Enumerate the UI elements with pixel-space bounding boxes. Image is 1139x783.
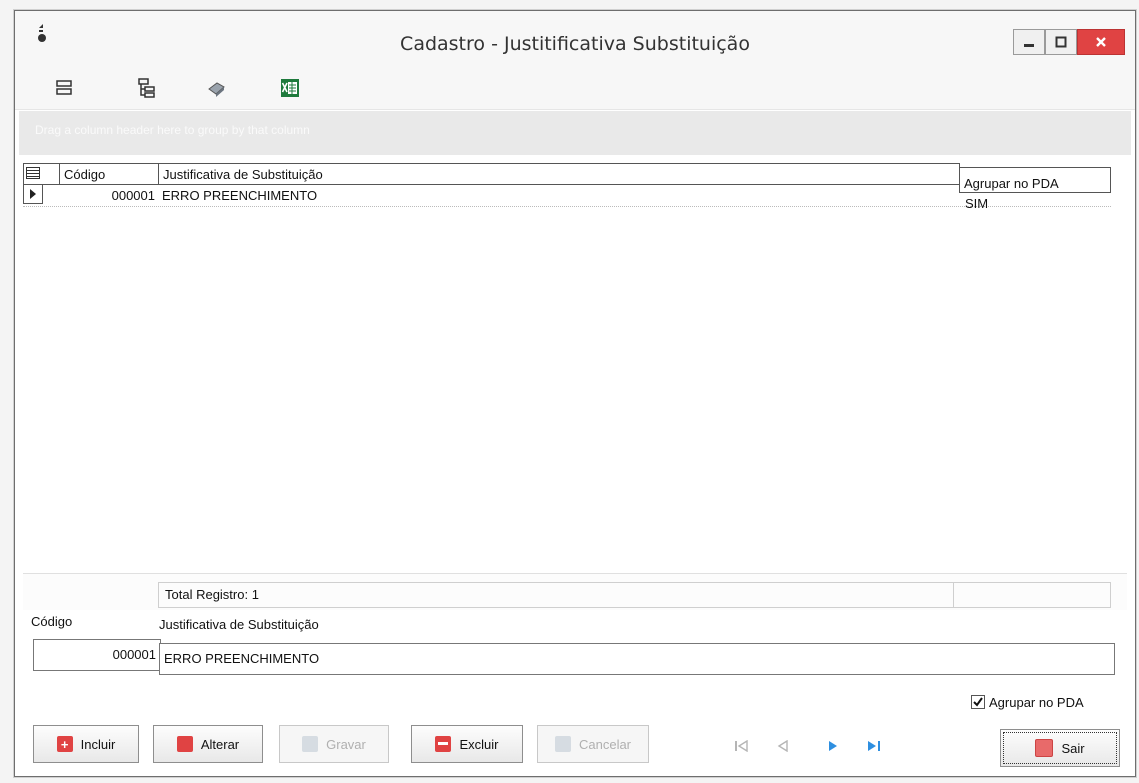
- cell-codigo: 000001: [111, 188, 155, 203]
- codigo-label: Código: [31, 614, 73, 629]
- column-chooser-button[interactable]: [23, 163, 63, 185]
- print-icon[interactable]: [205, 77, 227, 99]
- save-icon: [302, 736, 319, 752]
- last-record-icon: [868, 741, 880, 751]
- tree-layout-icon[interactable]: [135, 77, 157, 99]
- incluir-label: Incluir: [80, 736, 116, 752]
- edit-icon: [176, 736, 193, 752]
- justificativa-field[interactable]: ERRO PREENCHIMENTO: [159, 643, 1115, 675]
- summary-empty-cell: [953, 582, 1111, 608]
- grid-summary: Total Registro: 1: [23, 573, 1127, 610]
- total-records: Total Registro: 1: [158, 582, 954, 608]
- alterar-button[interactable]: Alterar: [153, 725, 263, 763]
- excel-export-icon[interactable]: [279, 77, 301, 99]
- exit-icon: [1035, 739, 1054, 757]
- maximize-icon: [1055, 36, 1067, 48]
- gravar-label: Gravar: [326, 736, 366, 752]
- cancelar-label: Cancelar: [578, 736, 632, 752]
- minimize-icon: [1024, 44, 1034, 47]
- codigo-field[interactable]: 000001: [33, 639, 161, 671]
- table-row[interactable]: 000001 ERRO PREENCHIMENTO SIM: [23, 184, 1111, 211]
- cancel-icon: [554, 736, 571, 752]
- cell-agrupar: SIM: [965, 196, 989, 211]
- last-record-button[interactable]: [867, 739, 881, 755]
- delete-icon: [435, 736, 452, 752]
- checkmark-icon: [973, 697, 983, 707]
- first-record-button[interactable]: [735, 739, 749, 755]
- data-grid: Código Justificativa de Substituição Agr…: [23, 163, 1127, 571]
- group-rows-icon[interactable]: [53, 77, 75, 99]
- justificativa-label: Justificativa de Substituição: [159, 617, 319, 632]
- alterar-label: Alterar: [200, 736, 240, 752]
- current-row-arrow-icon: [30, 189, 36, 199]
- group-by-panel[interactable]: Drag a column header here to group by th…: [19, 111, 1131, 155]
- window-controls: [1013, 29, 1125, 55]
- agrupar-checkbox-label: Agrupar no PDA: [989, 695, 1084, 710]
- excluir-button[interactable]: Excluir: [411, 725, 523, 763]
- excluir-label: Excluir: [459, 736, 499, 752]
- group-by-hint: Drag a column header here to group by th…: [35, 123, 310, 137]
- next-record-button[interactable]: [827, 739, 839, 755]
- title-bar: Cadastro - Justitificativa Substituição: [15, 11, 1135, 69]
- window-title: Cadastro - Justitificativa Substituição: [400, 33, 750, 55]
- gravar-button[interactable]: Gravar: [279, 725, 389, 763]
- maximize-button[interactable]: [1045, 29, 1077, 55]
- previous-record-button[interactable]: [777, 739, 789, 755]
- close-icon: [1096, 37, 1106, 47]
- toolbar: [15, 69, 1135, 110]
- cell-justificativa: ERRO PREENCHIMENTO: [162, 188, 318, 203]
- column-header-codigo[interactable]: Código: [59, 163, 159, 185]
- main-window: Cadastro - Justitificativa Substituição: [14, 10, 1136, 777]
- sair-label: Sair: [1061, 740, 1085, 756]
- add-icon: +: [56, 736, 73, 752]
- agrupar-checkbox-box[interactable]: [971, 695, 985, 709]
- row-indicator: [23, 184, 43, 204]
- first-record-icon: [735, 739, 748, 753]
- column-chooser-icon: [26, 167, 40, 179]
- column-header-justificativa[interactable]: Justificativa de Substituição: [158, 163, 960, 185]
- close-button[interactable]: [1077, 29, 1125, 55]
- cancelar-button[interactable]: Cancelar: [537, 725, 649, 763]
- sair-button[interactable]: Sair: [1000, 729, 1120, 767]
- minimize-button[interactable]: [1013, 29, 1045, 55]
- incluir-button[interactable]: + Incluir: [33, 725, 139, 763]
- agrupar-checkbox[interactable]: Agrupar no PDA: [971, 693, 1121, 713]
- previous-record-icon: [777, 739, 788, 753]
- next-record-icon: [829, 741, 837, 751]
